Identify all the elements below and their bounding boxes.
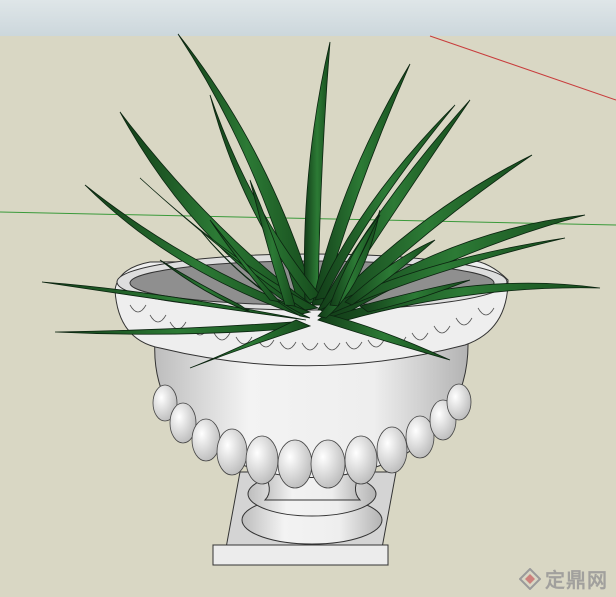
red-axis-line (429, 35, 616, 101)
model-scene[interactable] (0, 0, 616, 597)
watermark-text: 定鼎网 (545, 568, 608, 592)
sketchup-viewport[interactable]: 定鼎网 (0, 0, 616, 597)
diamond-logo-icon (519, 567, 541, 590)
watermark: 定鼎网 (519, 564, 608, 593)
